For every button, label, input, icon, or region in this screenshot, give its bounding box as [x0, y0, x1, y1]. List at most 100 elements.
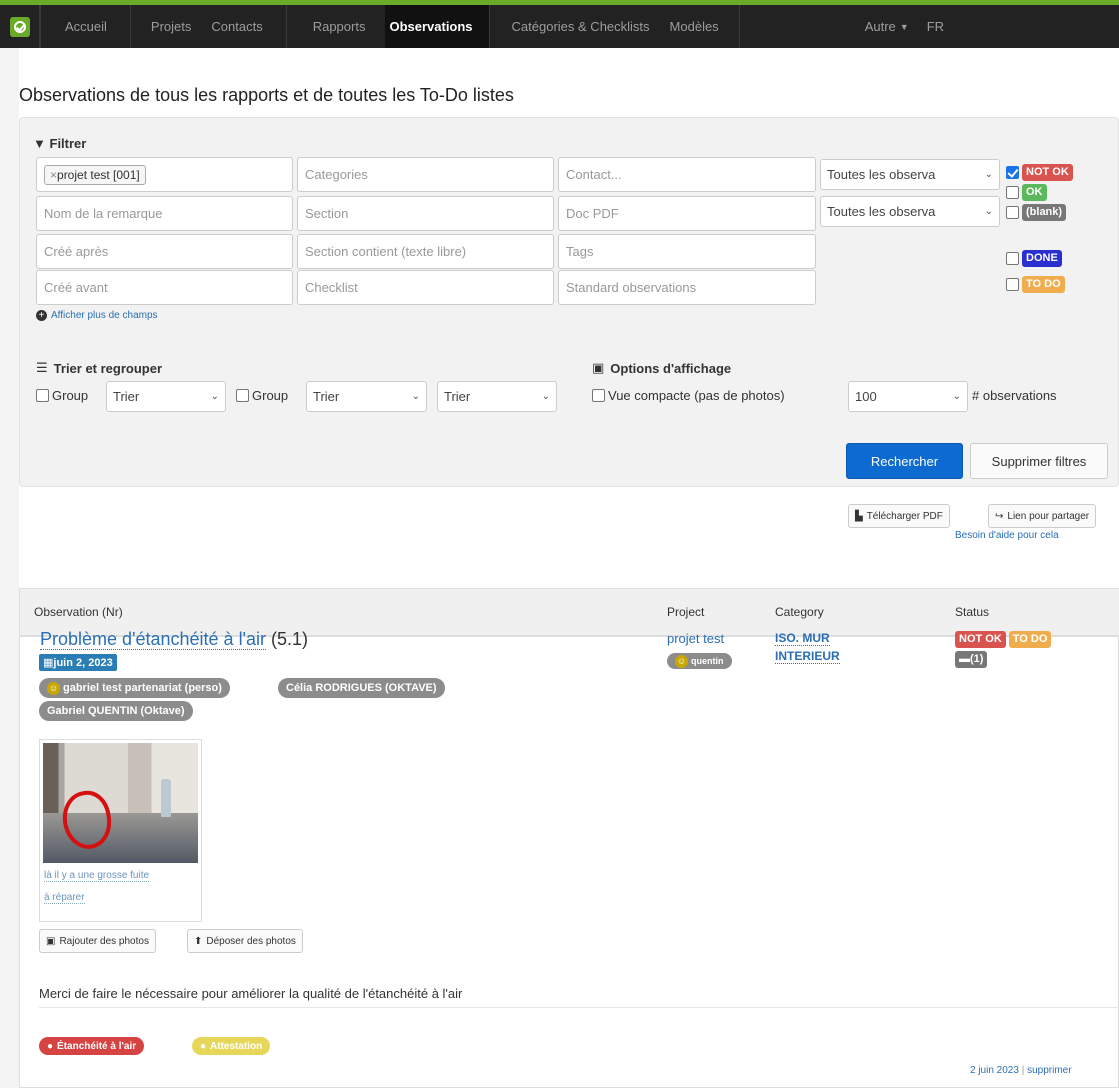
- col-category[interactable]: Category: [775, 605, 824, 619]
- project-link[interactable]: projet test: [667, 631, 724, 646]
- nav-autre-label: Autre: [864, 19, 896, 34]
- sort-select-1-value: Trier: [113, 389, 140, 404]
- observation-photo[interactable]: [43, 743, 198, 863]
- tag-badge[interactable]: ● Attestation: [192, 1037, 271, 1055]
- calendar-icon: ▦: [43, 657, 54, 669]
- tag-badge[interactable]: ● Étanchéité à l'air: [39, 1037, 145, 1055]
- share-link-button[interactable]: ↪ Lien pour partager: [988, 504, 1097, 528]
- sort-select-3-value: Trier: [444, 389, 471, 404]
- status-filter-todo[interactable]: TO DO: [1006, 276, 1065, 293]
- remark-name-input[interactable]: Nom de la remarque: [36, 196, 293, 231]
- remove-token-icon[interactable]: ×: [50, 168, 57, 182]
- observations-select-1-value: Toutes les observa: [827, 167, 936, 182]
- nav-autre-dropdown[interactable]: Autre ▼: [740, 5, 909, 48]
- todo-checkbox[interactable]: [1006, 278, 1019, 291]
- status-filter-done[interactable]: DONE: [1006, 250, 1062, 267]
- group-1-checkbox[interactable]: [36, 389, 49, 402]
- photo-caption-line-1[interactable]: là il y a une grosse fuite: [44, 870, 150, 882]
- group-2-label: Group: [252, 388, 289, 403]
- sort-select-2[interactable]: Trier ⌄: [306, 381, 427, 412]
- person-pill[interactable]: Gabriel QUENTIN (Oktave): [39, 701, 193, 721]
- done-checkbox[interactable]: [1006, 252, 1019, 265]
- footer-separator: |: [1021, 1065, 1025, 1076]
- section-contains-input[interactable]: Section contient (texte libre): [297, 234, 554, 269]
- person-pill[interactable]: ☺ gabriel test partenariat (perso): [39, 678, 230, 698]
- nav-projets[interactable]: Projets: [131, 5, 191, 48]
- nav-modeles[interactable]: Modèles: [670, 5, 739, 48]
- project-user-name: quentin: [691, 656, 724, 666]
- observation-date-link[interactable]: 2 juin 2023: [970, 1065, 1019, 1076]
- photo-caption-line-2[interactable]: à réparer: [44, 892, 85, 904]
- status-not-ok-badge[interactable]: NOT OK: [955, 631, 1006, 648]
- person-pill[interactable]: Célia RODRIGUES (OKTAVE): [278, 678, 445, 698]
- drop-photos-button[interactable]: ⬆ Déposer des photos: [187, 929, 303, 953]
- col-project[interactable]: Project: [667, 605, 704, 619]
- user-icon: ☺: [47, 681, 60, 695]
- person-name: Célia RODRIGUES (OKTAVE): [286, 682, 437, 694]
- nav-language[interactable]: FR: [909, 5, 944, 48]
- checklist-input[interactable]: Checklist: [297, 270, 554, 305]
- clear-filters-button[interactable]: Supprimer filtres: [970, 443, 1108, 479]
- person-name: gabriel test partenariat (perso): [63, 682, 222, 694]
- nav-accueil[interactable]: Accueil: [41, 5, 130, 48]
- status-todo-badge[interactable]: TO DO: [1008, 631, 1052, 648]
- observations-select-2[interactable]: Toutes les observa ⌄: [820, 196, 1000, 227]
- nav-observations[interactable]: Observations: [385, 5, 489, 48]
- chevron-down-icon: ⌄: [210, 391, 219, 402]
- download-pdf-button[interactable]: ▙ Télécharger PDF: [848, 504, 950, 528]
- section-input[interactable]: Section: [297, 196, 554, 231]
- category-line-1[interactable]: ISO. MUR: [775, 631, 830, 646]
- drop-photos-label: Déposer des photos: [206, 935, 296, 947]
- status-filter-not-ok[interactable]: NOT OK: [1006, 164, 1073, 181]
- sort-select-3[interactable]: Trier ⌄: [437, 381, 557, 412]
- date-value: juin 2, 2023: [53, 657, 113, 669]
- tag-icon: ●: [47, 1040, 54, 1052]
- created-after-input[interactable]: Créé après: [36, 234, 293, 269]
- chevron-down-icon: ⌄: [984, 206, 993, 217]
- contact-input[interactable]: Contact...: [558, 157, 816, 192]
- sort-select-1[interactable]: Trier ⌄: [106, 381, 226, 412]
- not-ok-checkbox[interactable]: [1006, 166, 1019, 179]
- observations-count-select[interactable]: 100 ⌄: [848, 381, 968, 412]
- tags-input[interactable]: Tags: [558, 234, 816, 269]
- status-filter-blank[interactable]: (blank): [1006, 204, 1067, 221]
- group-2-checkbox[interactable]: [236, 389, 249, 402]
- comments-badge[interactable]: ▬(1): [955, 651, 988, 668]
- group-option-1[interactable]: Group: [36, 388, 88, 403]
- nav-contacts[interactable]: Contacts: [191, 5, 285, 48]
- observations-select-1[interactable]: Toutes les observa ⌄: [820, 159, 1000, 190]
- group-option-2[interactable]: Group: [236, 388, 288, 403]
- blank-checkbox[interactable]: [1006, 206, 1019, 219]
- doc-pdf-input[interactable]: Doc PDF: [558, 196, 816, 231]
- col-status[interactable]: Status: [955, 605, 989, 619]
- search-button[interactable]: Rechercher: [846, 443, 963, 479]
- compact-view-checkbox[interactable]: [592, 389, 605, 402]
- delete-link[interactable]: supprimer: [1027, 1065, 1071, 1076]
- chevron-down-icon: ⌄: [411, 391, 420, 402]
- observation-title-link[interactable]: Problème d'étanchéité à l'air (5.1): [40, 629, 308, 650]
- caret-down-icon: ▼: [899, 21, 909, 32]
- add-photos-button[interactable]: ▣ Rajouter des photos: [39, 929, 156, 953]
- status-filter-ok[interactable]: OK: [1006, 184, 1047, 201]
- project-user-pill[interactable]: ☺ quentin: [667, 653, 732, 669]
- help-link[interactable]: Besoin d'aide pour cela: [955, 530, 1059, 541]
- add-photos-label: Rajouter des photos: [59, 935, 149, 947]
- categories-input[interactable]: Categories: [297, 157, 554, 192]
- col-observation[interactable]: Observation (Nr): [34, 605, 123, 619]
- compact-view-option[interactable]: Vue compacte (pas de photos): [592, 388, 785, 403]
- sort-group-heading-label: Trier et regrouper: [53, 360, 163, 376]
- standard-observations-input[interactable]: Standard observations: [558, 270, 816, 305]
- share-icon: ↪: [995, 510, 1004, 522]
- nav-rapports[interactable]: Rapports: [287, 5, 386, 48]
- project-token[interactable]: ×projet test [001]: [44, 164, 146, 185]
- chevron-down-icon: ⌄: [952, 391, 961, 402]
- show-more-fields-link[interactable]: + Afficher plus de champs: [36, 310, 158, 321]
- nav-categories[interactable]: Catégories & Checklists: [490, 5, 670, 48]
- ok-checkbox[interactable]: [1006, 186, 1019, 199]
- category-line-2[interactable]: INTERIEUR: [775, 649, 840, 664]
- comments-count: (1): [970, 653, 984, 665]
- created-before-input[interactable]: Créé avant: [36, 270, 293, 305]
- show-more-fields-label: Afficher plus de champs: [51, 310, 158, 321]
- project-select[interactable]: ×projet test [001]: [36, 157, 293, 192]
- app-logo[interactable]: [0, 5, 40, 48]
